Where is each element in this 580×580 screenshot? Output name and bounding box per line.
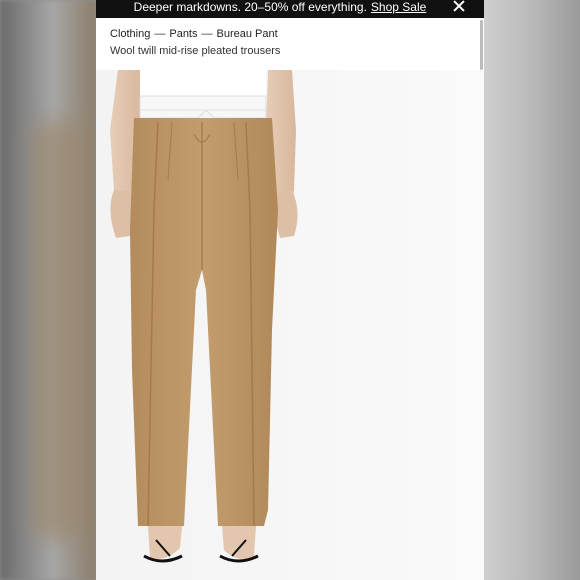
- promo-banner: Deeper markdowns. 20–50% off everything.…: [96, 0, 484, 18]
- breadcrumb-separator: —: [201, 28, 213, 40]
- blurred-backdrop-left: [0, 0, 96, 580]
- product-image[interactable]: [96, 70, 484, 580]
- promo-text: Deeper markdowns. 20–50% off everything.: [133, 0, 367, 14]
- breadcrumb-bureau-pant[interactable]: Bureau Pant: [217, 28, 278, 40]
- breadcrumb-clothing[interactable]: Clothing: [110, 28, 150, 40]
- breadcrumb-separator: —: [154, 28, 166, 40]
- breadcrumb-pants[interactable]: Pants: [169, 28, 197, 40]
- blurred-backdrop-right: [484, 0, 580, 580]
- product-subtitle: Wool twill mid-rise pleated trousers: [110, 45, 281, 57]
- close-icon[interactable]: [452, 0, 466, 13]
- trouser-illustration: [96, 70, 484, 580]
- app-screen: Deeper markdowns. 20–50% off everything.…: [96, 0, 484, 580]
- breadcrumb: Clothing — Pants — Bureau Pant: [110, 28, 278, 40]
- product-info-panel: Clothing — Pants — Bureau Pant Wool twil…: [96, 18, 484, 70]
- shop-sale-link[interactable]: Shop Sale: [371, 0, 426, 14]
- scrollbar[interactable]: [480, 20, 483, 70]
